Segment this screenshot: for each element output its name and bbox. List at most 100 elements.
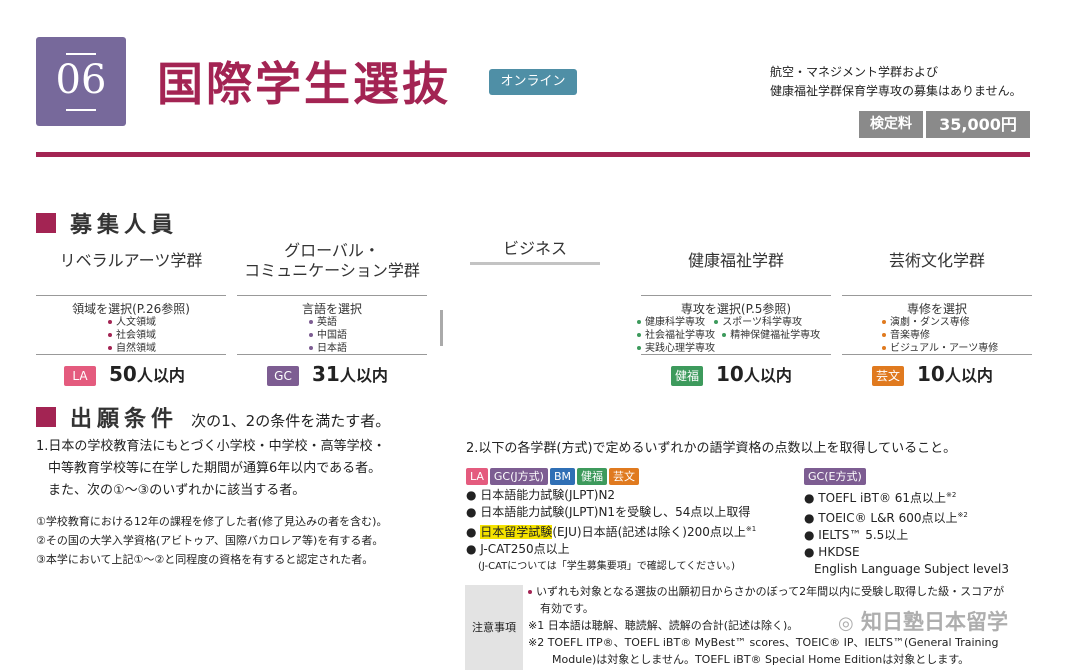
fee-value: 35,000円: [926, 111, 1030, 138]
note-line-1: 航空・マネジメント学群および: [770, 65, 939, 79]
program-divider-bottom: [842, 354, 1032, 355]
list-item: 英語: [309, 316, 347, 329]
program-tag: 健福: [671, 365, 703, 386]
section-number: 06: [55, 57, 107, 103]
section-number-badge: 06: [36, 37, 126, 126]
list-item: スポーツ科学専攻: [714, 317, 802, 328]
program-divider: [237, 295, 427, 296]
notice-line: ※2 TOEFL ITP®、TOEFL iBT® MyBest™ scores、…: [528, 636, 999, 649]
list-item: 音楽専修: [882, 329, 998, 342]
watermark-text: 知日塾日本留学: [861, 610, 1009, 634]
highlight: 日本留学試験: [480, 525, 553, 539]
list-item: 中国語: [309, 329, 347, 342]
tag-la: LA: [466, 468, 488, 485]
quota-number: 50: [108, 362, 137, 386]
quota: LA 50人以内: [64, 362, 254, 390]
tag-kenpuku: 健福: [577, 468, 607, 485]
quota-number: 10: [715, 362, 744, 386]
bullet-icon: [108, 346, 112, 350]
quota: 芸文 10人以内: [872, 362, 1062, 390]
program-items: 演劇・ダンス専修 音楽専修 ビジュアル・アーツ専修: [882, 316, 998, 355]
conditions-subheading: 次の1、2の条件を満たす者。: [191, 412, 391, 430]
program-tag: 芸文: [872, 365, 904, 386]
list-item: 人文領域: [108, 316, 156, 329]
program-name: リベラルアーツ学群: [59, 251, 203, 270]
list-item: ③本学において上記①～②と同程度の資格を有すると認定された者。: [36, 553, 374, 566]
left-tags: LA GC(J方式) BM 健福 芸文: [466, 465, 641, 485]
bullet-icon: [108, 333, 112, 337]
program-divider-bottom: [36, 354, 226, 355]
program-name: 芸術文化学群: [888, 251, 985, 270]
notice-line: Module)は対象としません。TOEFL iBT® Special Home …: [552, 653, 970, 666]
program-name-line2: コミュニケーション学群: [244, 261, 420, 280]
condition-1-line: 1.日本の学校教育法にもとづく小学校・中学校・高等学校・: [36, 439, 386, 454]
bullet-icon: [637, 333, 641, 337]
quota: GC 31人以内: [267, 362, 457, 390]
program-select-label: 領域を選択(P.26参照): [72, 302, 190, 316]
program-bm-cover: [440, 260, 630, 360]
bullet-icon: [637, 320, 641, 324]
list-item: ● IELTS™ 5.5以上: [804, 528, 909, 542]
program-tag: GC: [267, 365, 299, 386]
list-item: ● J-CAT250点以上: [466, 542, 570, 556]
quota-number: 10: [916, 362, 945, 386]
program-name-line1: ビジネス: [502, 239, 567, 258]
tag-geibun: 芸文: [609, 468, 639, 485]
bullet-icon: [882, 346, 886, 350]
fee-label: 検定料: [859, 111, 923, 138]
condition-1-line: 中等教育学校等に在学した期間が通算6年以内である者。: [48, 461, 382, 476]
program-tag: LA: [64, 365, 96, 386]
program-divider: [641, 295, 831, 296]
recruit-heading: 募集人員: [70, 213, 179, 238]
condition-2-title: 2.以下の各学群(方式)で定めるいずれかの語学資格の点数以上を取得していること。: [466, 441, 957, 456]
tag-gc-e: GC(E方式): [804, 468, 866, 485]
section-marker: [36, 407, 56, 427]
condition-1: 1.日本の学校教育法にもとづく小学校・中学校・高等学校・ 中等教育学校等に在学し…: [36, 436, 456, 502]
program-items: 人文領域 社会領域 自然領域: [108, 316, 156, 355]
bullet-icon: [637, 346, 641, 350]
list-item-note: (J-CATについては「学生募集要項」で確認してください。): [478, 561, 736, 572]
list-item: ● 日本留学試験(EJU)日本語(記述は除く)200点以上※1: [466, 525, 757, 539]
list-item: ● 日本語能力試験(JLPT)N2: [466, 488, 616, 502]
quota-unit: 人以内: [944, 366, 993, 385]
list-item: ● HKDSE: [804, 545, 860, 559]
list-item: 精神保健福祉学専攻: [722, 330, 820, 341]
notice-label: 注意事項: [465, 585, 523, 670]
list-item-row: 健康科学専攻 スポーツ科学専攻: [637, 316, 837, 329]
left-items: ● 日本語能力試験(JLPT)N2 ● 日本語能力試験(JLPT)N1を受験し、…: [466, 487, 801, 575]
conditions-heading: 出願条件: [70, 407, 179, 432]
quota-unit: 人以内: [339, 366, 388, 385]
list-item: 健康科学専攻: [637, 317, 705, 328]
bullet-icon: [108, 320, 112, 324]
program-select-label: 専修を選択: [906, 302, 967, 316]
list-item: English Language Subject level3: [814, 562, 1010, 576]
quota-unit: 人以内: [136, 366, 185, 385]
badge-line-bottom: [66, 109, 96, 111]
online-badge: オンライン: [489, 69, 577, 95]
section-marker: [36, 213, 56, 233]
list-item: ● TOEFL iBT® 61点以上※2: [804, 491, 957, 505]
page-title: 国際学生選抜: [157, 57, 451, 111]
wechat-icon: ◎: [838, 613, 854, 634]
condition-1-subitems: ①学校教育における12年の課程を修了した者(修了見込みの者を含む)。 ②その国の…: [36, 512, 461, 569]
condition-1-line: また、次の①～③のいずれかに該当する者。: [48, 483, 306, 498]
bullet-icon: [309, 320, 313, 324]
list-item: ● TOEIC® L&R 600点以上※2: [804, 511, 968, 525]
program-items: 健康科学専攻 スポーツ科学専攻 社会福祉学専攻 精神保健福祉学専攻 実践心理学専…: [637, 316, 837, 355]
program-bm: ビジネス: [440, 239, 630, 259]
program-items: 英語 中国語 日本語: [309, 316, 347, 355]
program-divider-bottom: [237, 354, 427, 355]
right-tags: GC(E方式): [804, 465, 868, 485]
notice-line: いずれも対象となる選抜の出願初日からさかのぼって2年間以内に受験し取得した級・ス…: [528, 583, 1068, 600]
list-item: 演劇・ダンス専修: [882, 316, 998, 329]
bullet-icon: [722, 333, 727, 337]
list-item: ①学校教育における12年の課程を修了した者(修了見込みの者を含む)。: [36, 515, 388, 528]
list-item: 社会福祉学専攻: [637, 330, 715, 341]
list-item: ②その国の大学入学資格(アビトゥア、国際バカロレア等)を有する者。: [36, 534, 384, 547]
conditions-heading-row: 出願条件 次の1、2の条件を満たす者。: [70, 401, 390, 433]
header-rule: [36, 152, 1030, 157]
bullet-icon: [309, 333, 313, 337]
program-select-label: 言語を選択: [301, 302, 362, 316]
bullet-icon: [714, 320, 719, 324]
quota: 健福 10人以内: [671, 362, 861, 390]
